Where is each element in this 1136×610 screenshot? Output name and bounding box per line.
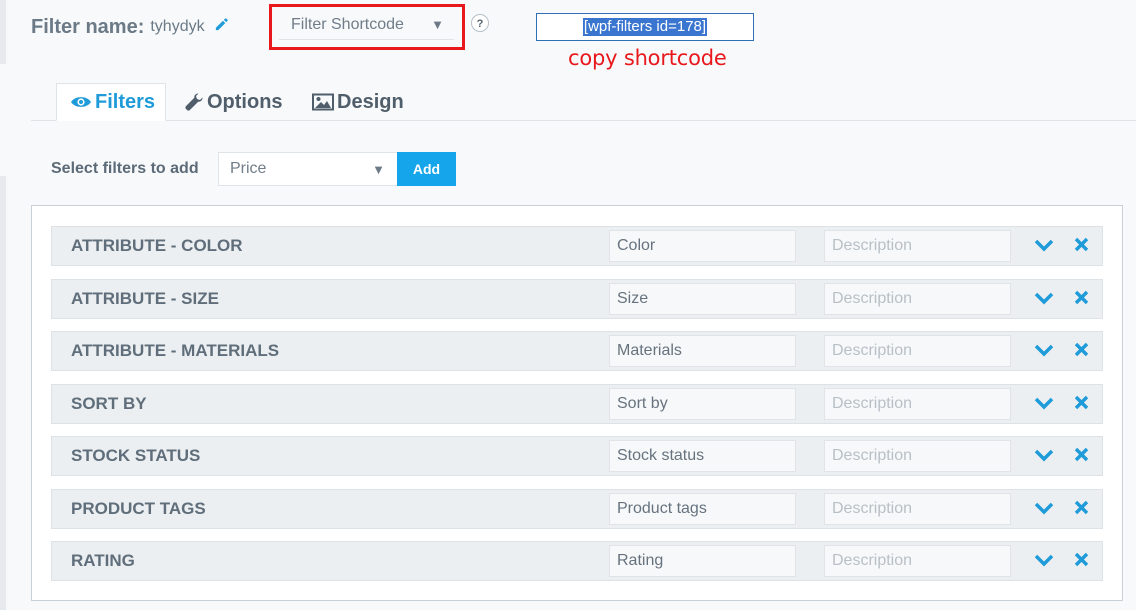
add-filter-button[interactable]: Add	[397, 152, 456, 186]
chevron-down-icon[interactable]	[1034, 238, 1054, 252]
page-edge-lower	[0, 176, 6, 610]
chevron-down-icon[interactable]	[1034, 343, 1054, 357]
filter-name-value: tyhydyk	[150, 18, 205, 35]
help-icon[interactable]: ?	[471, 14, 489, 32]
filter-type-value: Price	[230, 160, 267, 177]
filter-title: ATTRIBUTE - SIZE	[71, 289, 219, 308]
tab-options[interactable]: Options	[184, 83, 283, 121]
filter-name-input[interactable]: Color	[609, 230, 796, 262]
close-icon[interactable]	[1074, 290, 1089, 305]
filter-row[interactable]: ATTRIBUTE - COLOR Color Description	[51, 226, 1103, 266]
filter-description-input[interactable]: Description	[824, 440, 1011, 472]
filter-description-input[interactable]: Description	[824, 388, 1011, 420]
filter-description-input[interactable]: Description	[824, 283, 1011, 315]
filter-row[interactable]: RATING Rating Description	[51, 541, 1103, 581]
filter-title: PRODUCT TAGS	[71, 499, 206, 518]
filter-title: SORT BY	[71, 394, 147, 413]
shortcode-select-value: Filter Shortcode	[291, 15, 404, 33]
filter-title: RATING	[71, 551, 135, 570]
close-icon[interactable]	[1074, 500, 1089, 515]
filter-row[interactable]: PRODUCT TAGS Product tags Description	[51, 489, 1103, 529]
chevron-down-icon[interactable]	[1034, 396, 1054, 410]
page-edge	[0, 0, 6, 64]
filter-row[interactable]: SORT BY Sort by Description	[51, 384, 1103, 424]
filter-description-input[interactable]: Description	[824, 545, 1011, 577]
filter-row[interactable]: STOCK STATUS Stock status Description	[51, 436, 1103, 476]
filter-name-input[interactable]: Stock status	[609, 440, 796, 472]
chevron-down-icon[interactable]	[1034, 291, 1054, 305]
filter-row[interactable]: ATTRIBUTE - MATERIALS Materials Descript…	[51, 331, 1103, 371]
tab-design[interactable]: Design	[312, 83, 404, 121]
filter-name-input[interactable]: Product tags	[609, 493, 796, 525]
filter-name-input[interactable]: Rating	[609, 545, 796, 577]
shortcode-field[interactable]: [wpf-filters id=178]	[536, 13, 754, 41]
filter-name-input[interactable]: Sort by	[609, 388, 796, 420]
filter-type-select[interactable]: Price ▼	[218, 152, 398, 186]
chevron-down-icon[interactable]	[1034, 448, 1054, 462]
filter-name-input[interactable]: Size	[609, 283, 796, 315]
chevron-down-icon: ▼	[372, 161, 385, 177]
pencil-icon[interactable]	[214, 17, 229, 37]
image-icon	[312, 93, 334, 111]
tab-options-label: Options	[207, 90, 283, 113]
copy-shortcode-note: copy shortcode	[568, 46, 727, 70]
filter-title: STOCK STATUS	[71, 446, 201, 465]
filter-description-input[interactable]: Description	[824, 493, 1011, 525]
shortcode-type-select[interactable]: Filter Shortcode ▼	[279, 10, 454, 40]
filter-name-header: Filter name: tyhydyk	[31, 14, 229, 40]
filter-description-input[interactable]: Description	[824, 230, 1011, 262]
chevron-down-icon[interactable]	[1034, 553, 1054, 567]
eye-icon	[71, 97, 91, 107]
close-icon[interactable]	[1074, 552, 1089, 567]
filter-row[interactable]: ATTRIBUTE - SIZE Size Description	[51, 279, 1103, 319]
filter-name-label: Filter name:	[31, 15, 145, 38]
select-filters-label: Select filters to add	[51, 160, 199, 177]
shortcode-text: [wpf-filters id=178]	[582, 18, 708, 36]
filter-title: ATTRIBUTE - COLOR	[71, 236, 243, 255]
filter-title: ATTRIBUTE - MATERIALS	[71, 341, 280, 360]
tab-design-label: Design	[337, 90, 404, 113]
wrench-icon	[185, 93, 203, 111]
chevron-down-icon: ▼	[431, 17, 444, 32]
close-icon[interactable]	[1074, 447, 1089, 462]
tab-filters-label: Filters	[95, 90, 156, 113]
close-icon[interactable]	[1074, 237, 1089, 252]
chevron-down-icon[interactable]	[1034, 501, 1054, 515]
close-icon[interactable]	[1074, 395, 1089, 410]
filter-name-input[interactable]: Materials	[609, 335, 796, 367]
close-icon[interactable]	[1074, 342, 1089, 357]
filter-description-input[interactable]: Description	[824, 335, 1011, 367]
tab-filters[interactable]: Filters	[56, 83, 166, 121]
